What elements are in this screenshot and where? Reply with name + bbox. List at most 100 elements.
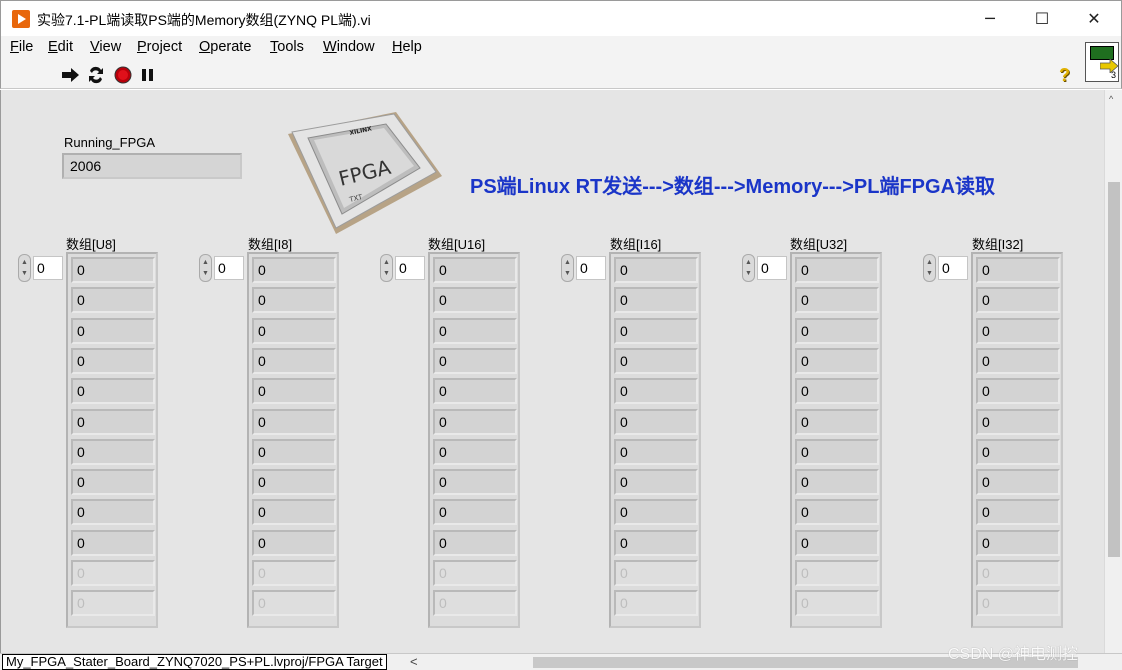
array-element: 0	[976, 317, 1060, 344]
array-index-input[interactable]: 0	[214, 256, 244, 280]
array-element: 0	[614, 257, 698, 283]
index-spinner-icon[interactable]: ▲ ▼	[742, 254, 755, 282]
maximize-button[interactable]: ☐	[1019, 1, 1065, 37]
array-element: 0	[614, 499, 698, 526]
array-element: 0	[252, 257, 336, 283]
array-element: 0	[71, 438, 155, 465]
array-element: 0	[71, 287, 155, 314]
pause-icon[interactable]	[138, 65, 158, 85]
index-spinner-icon[interactable]: ▲ ▼	[18, 254, 31, 282]
array-element: 0	[71, 378, 155, 405]
array-element: 0	[614, 317, 698, 344]
array-element: 0	[614, 378, 698, 405]
labview-run-icon	[12, 10, 30, 28]
run-arrow-icon[interactable]	[61, 65, 81, 85]
array-control: 数组[U8] ▲ ▼ 0 0 0 0 0 0 0 0 0 0 0 0 0	[18, 230, 168, 630]
menu-mnemonic: V	[90, 39, 100, 55]
vertical-scroll-thumb[interactable]	[1108, 182, 1120, 557]
vi-icon-screen	[1090, 46, 1114, 60]
menu-label: ile	[18, 39, 34, 55]
menu-edit[interactable]: Edit	[48, 39, 73, 55]
index-spinner-icon[interactable]: ▲ ▼	[561, 254, 574, 282]
array-element: 0	[795, 317, 879, 344]
array-control: 数组[I16] ▲ ▼ 0 0 0 0 0 0 0 0 0 0 0 0 0	[561, 230, 711, 630]
array-element: 0	[614, 590, 698, 617]
menu-label: elp	[402, 39, 422, 55]
array-control: 数组[U32] ▲ ▼ 0 0 0 0 0 0 0 0 0 0 0 0 0	[742, 230, 892, 630]
array-element: 0	[71, 590, 155, 617]
menu-bar: File Edit View Project Operate Tools Win…	[0, 36, 1122, 60]
index-spinner-icon[interactable]: ▲ ▼	[199, 254, 212, 282]
array-element: 0	[252, 438, 336, 465]
fpga-chip-image: XILINX FPGA TXT	[288, 112, 442, 234]
menu-mnemonic: P	[137, 39, 147, 55]
index-spinner-icon[interactable]: ▲ ▼	[923, 254, 936, 282]
run-continuously-icon[interactable]	[86, 65, 106, 85]
array-element: 0	[614, 469, 698, 496]
array-element: 0	[614, 287, 698, 314]
array-element: 0	[71, 257, 155, 283]
array-element: 0	[795, 560, 879, 586]
menu-view[interactable]: View	[90, 39, 121, 55]
array-label: 数组[I32]	[972, 237, 1024, 252]
menu-label: ools	[277, 39, 304, 55]
array-element: 0	[433, 590, 517, 617]
array-frame: 0 0 0 0 0 0 0 0 0 0 0 0	[609, 252, 701, 628]
array-frame: 0 0 0 0 0 0 0 0 0 0 0 0	[790, 252, 882, 628]
array-index-input[interactable]: 0	[938, 256, 968, 280]
array-index-input[interactable]: 0	[395, 256, 425, 280]
menu-mnemonic: O	[199, 39, 211, 55]
array-element: 0	[976, 469, 1060, 496]
array-index-input[interactable]: 0	[576, 256, 606, 280]
array-element: 0	[976, 560, 1060, 586]
array-element: 0	[433, 529, 517, 556]
menu-window[interactable]: Window	[323, 39, 375, 55]
array-element: 0	[795, 257, 879, 283]
array-element: 0	[252, 590, 336, 617]
menu-project[interactable]: Project	[137, 39, 182, 55]
running-fpga-label: Running_FPGA	[64, 135, 156, 150]
scroll-left-arrow-icon[interactable]: <	[410, 654, 418, 669]
array-element: 0	[976, 499, 1060, 526]
front-panel: Running_FPGA 2006 XILINX FPGA TXT PS端Lin…	[0, 90, 1104, 653]
menu-tools[interactable]: Tools	[270, 39, 304, 55]
array-element: 0	[976, 347, 1060, 374]
array-element: 0	[976, 408, 1060, 435]
menu-file[interactable]: File	[10, 39, 33, 55]
array-frame: 0 0 0 0 0 0 0 0 0 0 0 0	[428, 252, 520, 628]
abort-execution-icon[interactable]	[113, 65, 133, 85]
array-element: 0	[614, 529, 698, 556]
index-spinner-icon[interactable]: ▲ ▼	[380, 254, 393, 282]
array-element: 0	[433, 257, 517, 283]
array-label: 数组[I8]	[248, 237, 293, 252]
menu-help[interactable]: Help	[392, 39, 422, 55]
array-element: 0	[795, 347, 879, 374]
array-element: 0	[614, 347, 698, 374]
array-element: 0	[976, 438, 1060, 465]
array-element: 0	[433, 499, 517, 526]
context-help-icon[interactable]: ?	[1059, 65, 1070, 86]
array-element: 0	[795, 378, 879, 405]
window-title: 实验7.1-PL端读取PS端的Memory数组(ZYNQ PL端).vi	[37, 12, 371, 28]
array-element: 0	[252, 378, 336, 405]
vi-icon[interactable]: 3	[1085, 42, 1119, 82]
menu-mnemonic: W	[323, 39, 337, 55]
close-button[interactable]: ✕	[1071, 1, 1117, 37]
scroll-up-arrow-icon[interactable]: ^	[1109, 94, 1113, 104]
array-element: 0	[252, 287, 336, 314]
array-element: 0	[71, 317, 155, 344]
array-index-input[interactable]: 0	[33, 256, 63, 280]
array-control: 数组[I32] ▲ ▼ 0 0 0 0 0 0 0 0 0 0 0 0 0	[923, 230, 1073, 630]
menu-label: iew	[99, 39, 122, 55]
array-element: 0	[252, 408, 336, 435]
array-control: 数组[U16] ▲ ▼ 0 0 0 0 0 0 0 0 0 0 0 0 0	[380, 230, 530, 630]
array-element: 0	[795, 529, 879, 556]
vertical-scrollbar[interactable]: ^	[1104, 90, 1122, 653]
minimize-button[interactable]: ─	[967, 1, 1013, 37]
menu-operate[interactable]: Operate	[199, 39, 251, 55]
array-index-input[interactable]: 0	[757, 256, 787, 280]
array-element: 0	[795, 590, 879, 617]
array-element: 0	[976, 257, 1060, 283]
array-element: 0	[614, 560, 698, 586]
array-element: 0	[433, 378, 517, 405]
